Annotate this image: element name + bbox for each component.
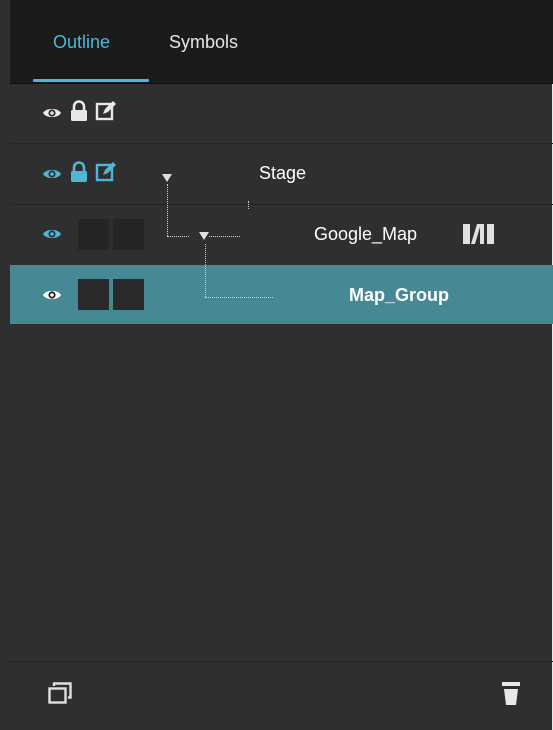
eye-icon[interactable] [42,288,62,302]
eye-icon[interactable] [42,167,62,181]
layer-name[interactable]: Map_Group [349,285,449,306]
edit-icon[interactable] [95,161,117,183]
layer-row-stage[interactable]: Stage [10,144,553,204]
global-toggle-row [10,84,553,143]
eye-icon[interactable] [42,227,62,241]
duplicate-icon[interactable] [48,682,72,704]
layer-name[interactable]: Stage [259,163,306,184]
eye-icon[interactable] [42,106,62,120]
tree-connector [205,297,273,298]
lock-toggle-empty[interactable] [78,219,109,250]
symbol-icon [463,224,494,244]
layer-row-google-map[interactable]: Google_Map [10,205,553,264]
lock-toggle-empty[interactable] [78,279,109,310]
layer-name[interactable]: Google_Map [314,224,417,245]
tree-connector [209,236,240,237]
lock-icon[interactable] [70,100,88,122]
tree-connector [167,184,168,236]
expand-toggle-icon[interactable] [162,174,172,182]
tree-connector [205,244,206,297]
tab-outline[interactable]: Outline [53,32,110,53]
footer-divider [10,661,553,662]
edit-icon[interactable] [95,100,117,122]
edit-toggle-empty[interactable] [113,219,144,250]
lock-icon[interactable] [70,161,88,183]
active-tab-indicator [33,79,149,82]
tab-symbols[interactable]: Symbols [169,32,238,53]
tree-connector [248,201,249,209]
edit-toggle-empty[interactable] [113,279,144,310]
outline-panel: Outline Symbols Stage Google_Map Map_Gro… [0,0,553,730]
tree-connector [167,236,189,237]
layer-row-map-group[interactable]: Map_Group [10,265,553,324]
expand-toggle-icon[interactable] [199,232,209,240]
tab-bar: Outline Symbols [10,0,553,84]
trash-icon[interactable] [502,682,520,706]
